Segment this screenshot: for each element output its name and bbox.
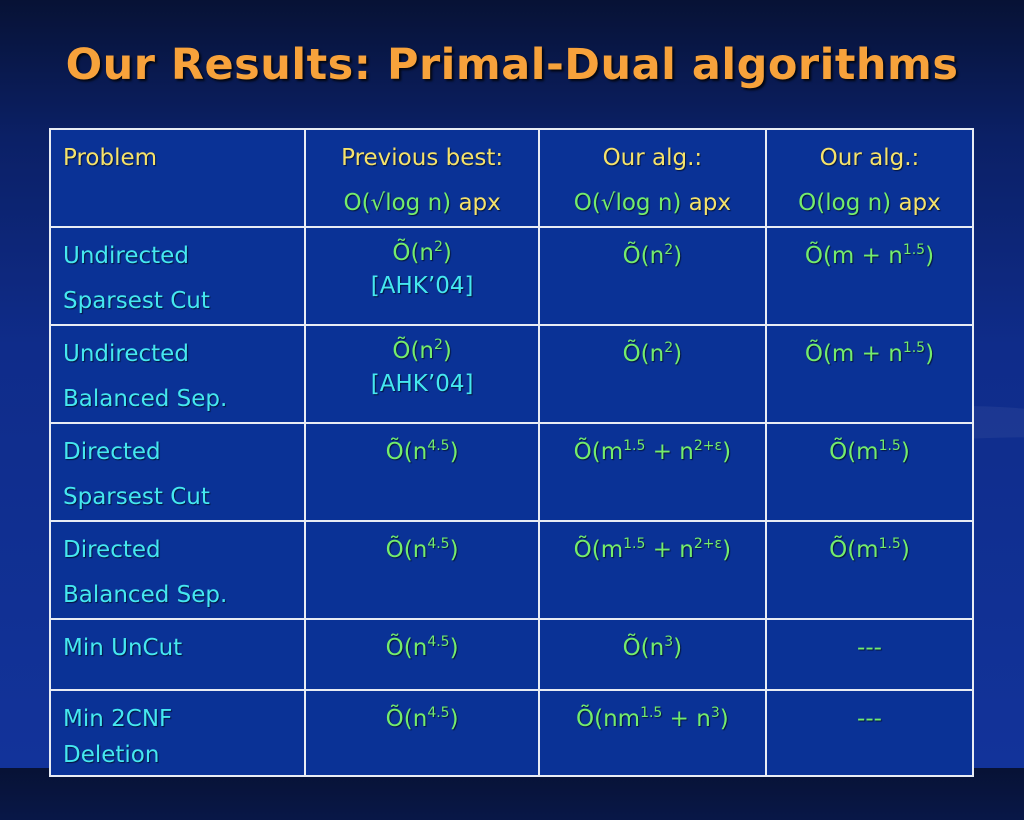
complexity: Õ(n4.5) — [385, 634, 459, 661]
results-table: Problem Previous best: O(√log n) apx Our… — [48, 128, 975, 777]
header-problem: Problem — [48, 128, 307, 228]
citation: [AHK’04] — [370, 371, 474, 397]
complexity: Õ(n4.5) — [385, 705, 459, 732]
our-alg-sqrt-cell: Õ(n3) — [537, 618, 767, 691]
table-row: Min 2CNF Deletion Õ(n4.5) Õ(nm1.5 + n3) … — [48, 689, 975, 777]
table-row: Min UnCut Õ(n4.5) Õ(n3) --- — [48, 618, 975, 691]
complexity: Õ(m1.5) — [829, 536, 910, 563]
problem-cell: Directed Balanced Sep. — [48, 520, 307, 620]
complexity: Õ(n2) — [392, 239, 452, 266]
complexity: Õ(n3) — [622, 634, 683, 661]
table-row: Directed Sparsest Cut Õ(n4.5) Õ(m1.5 + n… — [48, 422, 975, 522]
our-alg-log-cell: Õ(m + n1.5) — [764, 226, 975, 326]
table-row: Undirected Sparsest Cut Õ(n2) [AHK’04] Õ… — [48, 226, 975, 326]
our-alg-log-cell: Õ(m1.5) — [764, 422, 975, 522]
complexity: Õ(n2) — [392, 337, 452, 364]
complexity: Õ(m1.5 + n2+ε) — [573, 438, 732, 465]
problem-name: Sparsest Cut — [63, 484, 210, 510]
approx-suffix: apx — [681, 190, 731, 216]
table-row: Directed Balanced Sep. Õ(n4.5) Õ(m1.5 + … — [48, 520, 975, 620]
problem-name: Undirected — [63, 243, 189, 269]
our-alg-sqrt-cell: Õ(nm1.5 + n3) — [537, 689, 767, 777]
approx-suffix: apx — [451, 190, 501, 216]
not-applicable: --- — [857, 635, 882, 661]
header-label: Our alg.: — [602, 145, 703, 171]
problem-name: Min 2CNF — [63, 706, 173, 732]
problem-cell: Directed Sparsest Cut — [48, 422, 307, 522]
previous-best-cell: Õ(n4.5) — [304, 689, 540, 777]
problem-name: Directed — [63, 439, 161, 465]
header-our-alg-log: Our alg.: O(log n) apx — [764, 128, 975, 228]
problem-cell: Min UnCut — [48, 618, 307, 691]
previous-best-cell: Õ(n4.5) — [304, 422, 540, 522]
table-row: Undirected Balanced Sep. Õ(n2) [AHK’04] … — [48, 324, 975, 424]
approx-ratio: O(√log n) — [573, 190, 682, 216]
our-alg-log-cell: Õ(m + n1.5) — [764, 324, 975, 424]
header-approx: O(√log n) apx — [544, 181, 761, 226]
slide-title: Our Results: Primal-Dual algorithms — [65, 40, 959, 90]
our-alg-log-cell: --- — [764, 689, 975, 777]
header-our-alg-sqrt: Our alg.: O(√log n) apx — [537, 128, 767, 228]
problem-cell: Undirected Sparsest Cut — [48, 226, 307, 326]
previous-best-cell: Õ(n4.5) — [304, 520, 540, 620]
previous-best-cell: Õ(n2) [AHK’04] — [304, 226, 540, 326]
previous-best-cell: Õ(n4.5) — [304, 618, 540, 691]
approx-suffix: apx — [891, 190, 941, 216]
problem-name: Min UnCut — [63, 635, 183, 661]
header-row: Problem Previous best: O(√log n) apx Our… — [48, 128, 975, 228]
header-label: Our alg.: — [819, 145, 920, 171]
problem-cell: Undirected Balanced Sep. — [48, 324, 307, 424]
problem-name: Balanced Sep. — [63, 582, 228, 608]
complexity: Õ(m + n1.5) — [804, 340, 935, 367]
complexity: Õ(m + n1.5) — [804, 242, 935, 269]
our-alg-sqrt-cell: Õ(n2) — [537, 324, 767, 424]
complexity: Õ(m1.5) — [829, 438, 910, 465]
approx-ratio: O(log n) — [798, 190, 892, 216]
our-alg-log-cell: Õ(m1.5) — [764, 520, 975, 620]
header-approx: O(√log n) apx — [310, 181, 533, 226]
problem-cell: Min 2CNF Deletion — [48, 689, 307, 777]
not-applicable: --- — [857, 706, 882, 732]
citation: [AHK’04] — [370, 273, 474, 299]
header-label: Problem — [63, 145, 158, 171]
problem-name: Undirected — [63, 341, 189, 367]
our-alg-sqrt-cell: Õ(m1.5 + n2+ε) — [537, 520, 767, 620]
complexity: Õ(n4.5) — [385, 438, 459, 465]
header-previous-best: Previous best: O(√log n) apx — [304, 128, 540, 228]
complexity: Õ(m1.5 + n2+ε) — [573, 536, 732, 563]
our-alg-log-cell: --- — [764, 618, 975, 691]
header-approx: O(log n) apx — [771, 181, 968, 226]
problem-name: Balanced Sep. — [63, 386, 228, 412]
header-label: Previous best: — [341, 145, 504, 171]
complexity: Õ(n2) — [622, 242, 683, 269]
our-alg-sqrt-cell: Õ(n2) — [537, 226, 767, 326]
problem-name: Directed — [63, 537, 161, 563]
complexity: Õ(n4.5) — [385, 536, 459, 563]
complexity: Õ(n2) — [622, 340, 683, 367]
previous-best-cell: Õ(n2) [AHK’04] — [304, 324, 540, 424]
our-alg-sqrt-cell: Õ(m1.5 + n2+ε) — [537, 422, 767, 522]
complexity: Õ(nm1.5 + n3) — [576, 705, 729, 732]
problem-name: Sparsest Cut — [63, 288, 210, 314]
approx-ratio: O(√log n) — [343, 190, 452, 216]
